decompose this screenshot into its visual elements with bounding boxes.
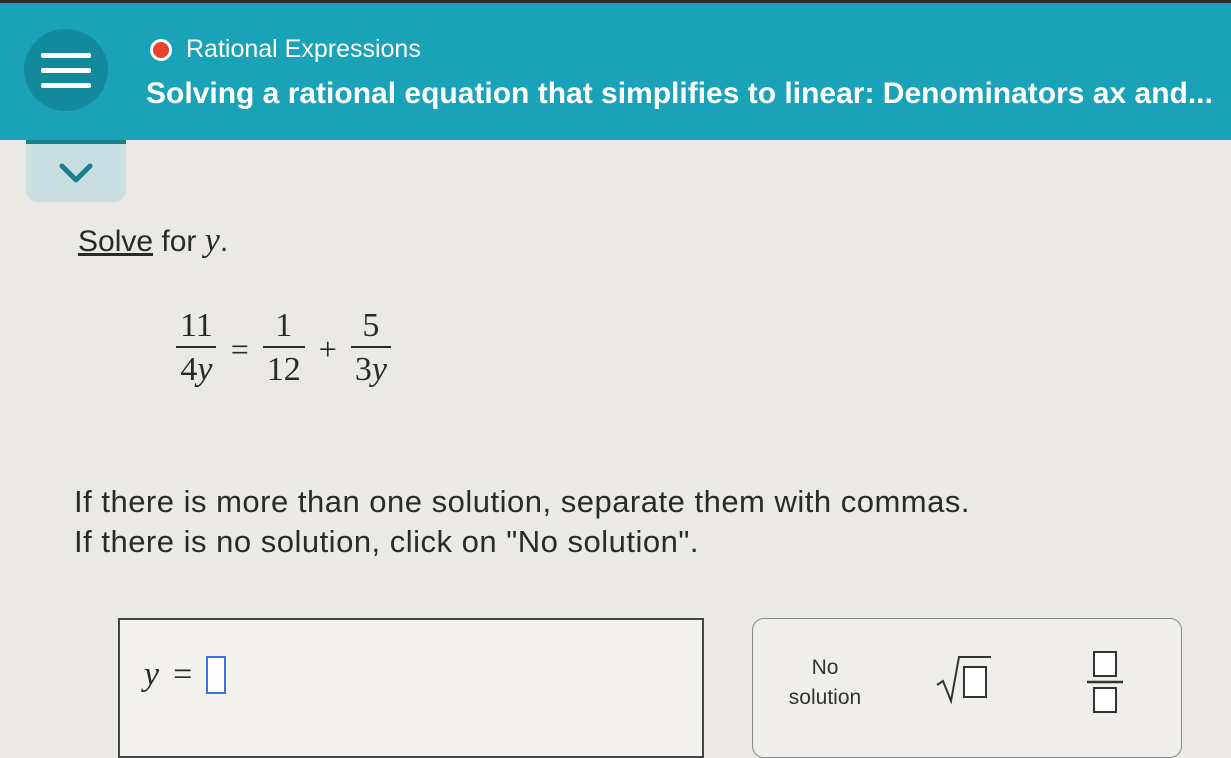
instructions-line1: If there is more than one solution, sepa… <box>74 484 970 519</box>
answer-box[interactable]: y = <box>118 618 704 758</box>
answer-variable: y <box>144 656 160 693</box>
no-solution-button[interactable]: No solution <box>775 653 875 713</box>
solve-link[interactable]: Solve <box>78 225 153 258</box>
equals-sign: = <box>230 330 249 367</box>
fraction-icon <box>1087 651 1123 713</box>
menu-button[interactable] <box>24 29 108 111</box>
lhs-denominator: 4y <box>176 346 217 392</box>
fraction-rhs1: 1 12 <box>262 306 305 392</box>
fraction-button[interactable] <box>1083 649 1127 720</box>
math-tool-panel: No solution <box>752 618 1182 758</box>
rhs2-denominator: 3y <box>350 346 391 392</box>
lhs-numerator: 11 <box>180 307 213 344</box>
answer-input[interactable] <box>206 656 227 694</box>
instructions-line2: If there is no solution, click on "No so… <box>74 524 699 559</box>
answer-expression: y = <box>144 656 227 694</box>
instructions: If there is more than one solution, sepa… <box>74 482 970 562</box>
rhs1-denominator: 12 <box>262 346 305 392</box>
question-middle: for <box>153 225 205 258</box>
lesson-title: Solving a rational equation that simplif… <box>146 77 1213 110</box>
chevron-down-icon <box>59 163 93 183</box>
header-bar: Rational Expressions Solving a rational … <box>0 0 1231 140</box>
answer-equals: = <box>173 656 193 693</box>
plus-sign: + <box>318 330 337 367</box>
hamburger-menu-icon <box>41 52 91 58</box>
topic-label: Rational Expressions <box>186 35 421 63</box>
equation: 11 4y = 1 12 + 5 3y <box>172 306 395 392</box>
fraction-rhs2: 5 3y <box>350 306 391 392</box>
topic-row: Rational Expressions <box>150 35 421 64</box>
question-suffix: . <box>219 225 229 258</box>
fraction-lhs: 11 4y <box>176 306 217 392</box>
square-root-icon <box>936 656 991 705</box>
collapse-button[interactable] <box>26 140 126 202</box>
question-variable: y <box>204 222 220 259</box>
rhs1-numerator: 1 <box>275 307 293 344</box>
square-root-button[interactable] <box>933 651 995 712</box>
topic-status-dot-icon <box>150 38 172 61</box>
rhs2-numerator: 5 <box>362 307 380 344</box>
question-prompt: Solve for y. <box>78 222 228 260</box>
